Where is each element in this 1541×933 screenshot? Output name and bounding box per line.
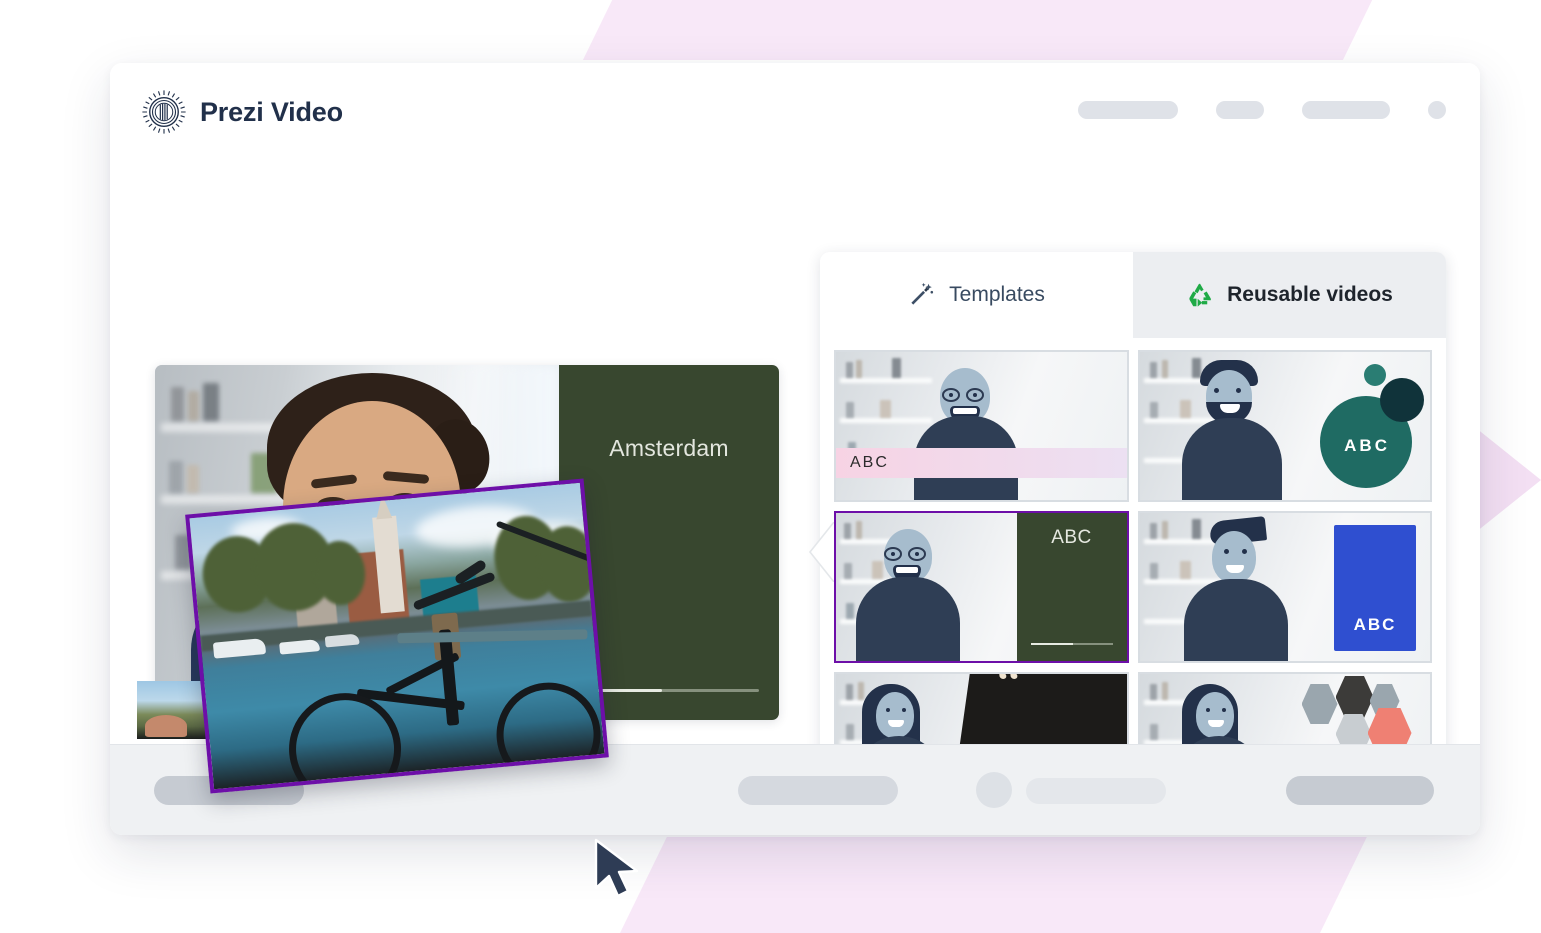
header-placeholder-2[interactable] [1216, 101, 1264, 119]
toolbar-placeholder-mid[interactable] [738, 776, 898, 805]
template-2-abc-label: ABC [1344, 436, 1390, 455]
template-card-bald-presenter-pink-banner[interactable]: ABC [834, 350, 1129, 502]
template-1-abc-label: ABC [836, 448, 1127, 478]
dragged-amsterdam-photo[interactable] [185, 478, 609, 794]
header-actions [1078, 101, 1446, 119]
screenshot-stage: Prezi Video Amsterdam Templates Reusable… [0, 0, 1541, 933]
header-placeholder-3[interactable] [1302, 101, 1390, 119]
toolbar-record-button[interactable] [976, 772, 1012, 808]
tab-reusable-videos-label: Reusable videos [1227, 283, 1393, 306]
template-3-green-panel: ABC [1016, 513, 1127, 661]
panel-pointer-tail-icon [808, 522, 834, 582]
decorative-pink-band-bottom [613, 837, 1367, 933]
template-card-bald-presenter-green-side-panel[interactable]: ABC [834, 511, 1129, 663]
brand-name: Prezi Video [200, 96, 343, 127]
template-4-blue-panel: ABC [1334, 525, 1416, 651]
template-card-spiky-hair-presenter-blue-panel[interactable]: ABC [1137, 511, 1432, 663]
template-card-bearded-presenter-teal-circles[interactable]: ABC [1137, 350, 1432, 502]
template-4-abc-label: ABC [1353, 615, 1397, 634]
app-header: Prezi Video [110, 63, 1480, 160]
recycle-icon [1189, 283, 1212, 307]
toolbar-placeholder-right[interactable] [1286, 776, 1434, 805]
quote-open-icon: “ [996, 672, 1021, 713]
stage-progress-bar[interactable] [586, 689, 759, 692]
templates-tabs: Templates Reusable videos [820, 252, 1446, 338]
tab-templates-label: Templates [949, 283, 1045, 306]
header-placeholder-1[interactable] [1078, 101, 1178, 119]
toolbar-placeholder-label[interactable] [1026, 778, 1166, 804]
header-placeholder-4[interactable] [1428, 101, 1446, 119]
mouse-pointer-arrow-icon [594, 838, 639, 898]
decorative-pink-band-top [582, 0, 1378, 60]
prezi-sunburst-logo-icon [142, 90, 186, 134]
tab-templates[interactable]: Templates [820, 252, 1133, 338]
magic-wand-icon [911, 282, 934, 305]
brand: Prezi Video [141, 89, 343, 135]
stage-panel-title: Amsterdam [609, 435, 729, 461]
tab-reusable-videos[interactable]: Reusable videos [1133, 252, 1446, 338]
template-3-abc-label: ABC [1051, 527, 1092, 548]
